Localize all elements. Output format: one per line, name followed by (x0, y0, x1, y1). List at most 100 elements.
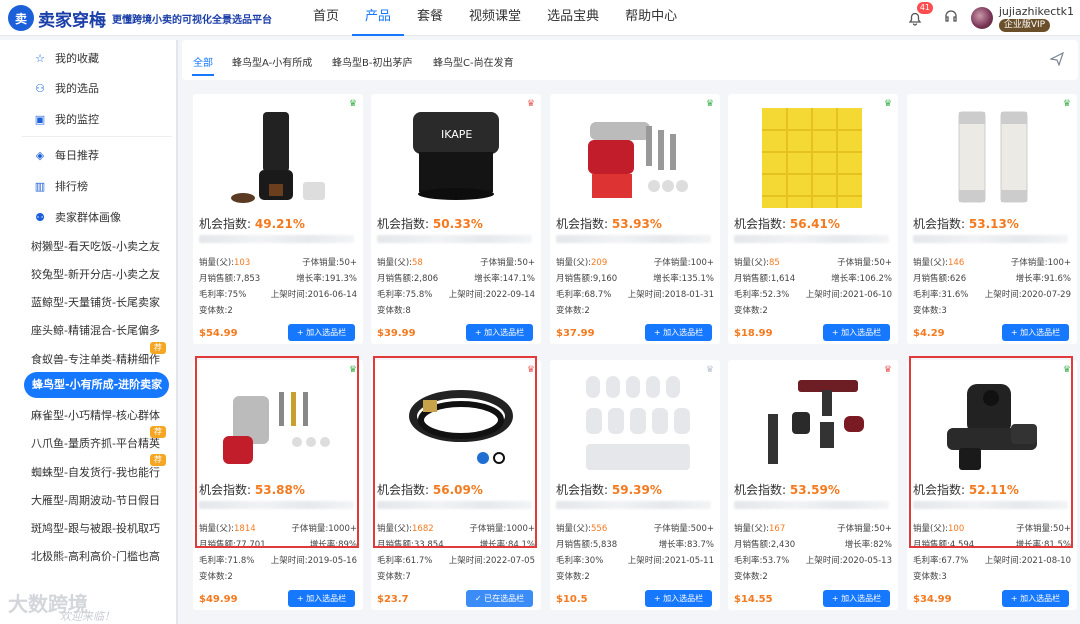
group-item[interactable]: 北极熊-高利高价-门槛也高 (31, 548, 160, 564)
product-title-blurred (199, 501, 354, 509)
sidebar-item-seller-profile[interactable]: ⚉ 卖家群体画像 (0, 209, 178, 225)
group-item[interactable]: 狡兔型-新开分店-小卖之友 (31, 266, 160, 282)
group-item[interactable]: 食蚁兽-专注单类-精耕细作 (31, 351, 160, 367)
product-title-blurred (377, 501, 532, 509)
product-title-blurred (199, 235, 354, 243)
sidebar-item-daily[interactable]: ◈ 每日推荐 (0, 147, 178, 163)
crown-icon: ♛ (348, 99, 357, 109)
sales-child: 子体销量:500+ (653, 524, 714, 534)
product-image[interactable] (371, 366, 541, 476)
growth-rate: 增长率:83.7% (658, 540, 714, 550)
group-item[interactable]: 斑鸠型-跟与被跟-投机取巧 (31, 520, 160, 536)
bell-icon[interactable]: 41 (907, 2, 934, 26)
variant-count: 变体数:2 (199, 572, 233, 582)
add-to-selection-button[interactable]: + 加入选品栏 (823, 590, 890, 607)
star-icon: ☆ (35, 51, 45, 65)
product-card[interactable]: ♛ 机会指数: 56.09% 销量(父):1682 子体销量:1000+ 月销售额:33… (371, 360, 541, 610)
crown-icon: ♛ (348, 365, 357, 375)
group-item[interactable]: 麻雀型-小巧精悍-核心群体 (31, 407, 160, 423)
product-card[interactable]: ♛ 机会指数: 52.11% 销量(父):100 子体销量:50+ 月销售额:4,594… (907, 360, 1077, 610)
add-to-selection-button[interactable]: + 加入选品栏 (1002, 324, 1069, 341)
listed-date: 上架时间:2021-06-10 (805, 290, 892, 300)
product-card[interactable]: IKAPE ♛ 机会指数: 50.33% 销量(父):58 子体销量:50+ 月销售额:2… (371, 94, 541, 344)
added-to-selection-button[interactable]: ✓ 已在选品栏 (466, 590, 533, 607)
product-image[interactable] (550, 366, 720, 476)
product-title-blurred (556, 235, 711, 243)
product-image[interactable] (550, 100, 720, 210)
group-item[interactable]: 蜘蛛型-自发货行-我也能行 (31, 464, 160, 480)
product-image[interactable] (907, 366, 1077, 476)
group-item[interactable]: 树獭型-看天吃饭-小卖之友 (31, 238, 160, 254)
product-card[interactable]: ♛ 机会指数: 53.13% 销量(父):146 子体销量:100+ 月销售额:626 增… (907, 94, 1077, 344)
sales-parent: 销量(父):1682 (377, 524, 434, 534)
product-image[interactable] (907, 100, 1077, 210)
sidebar-item-my-selection[interactable]: ⚇ 我的选品 (0, 80, 178, 96)
variant-count: 变体数:2 (556, 572, 590, 582)
sales-child: 子体销量:100+ (653, 258, 714, 268)
tab-b[interactable]: 蜂鸟型B-初出茅庐 (332, 54, 412, 69)
nav-home[interactable]: 首页 (300, 0, 352, 36)
gross-margin: 毛利率:71.8% (199, 556, 255, 566)
variant-count: 变体数:2 (734, 306, 768, 316)
sidebar-item-ranking[interactable]: ▥ 排行榜 (0, 178, 178, 194)
add-to-selection-button[interactable]: + 加入选品栏 (823, 324, 890, 341)
avatar[interactable] (970, 7, 993, 29)
variant-count: 变体数:7 (377, 572, 411, 582)
nav-products[interactable]: 产品 (352, 0, 405, 36)
product-image[interactable] (193, 366, 363, 476)
plus-icon: + (296, 328, 304, 337)
price: $10.5 (556, 594, 588, 605)
product-card[interactable]: ♛ 机会指数: 49.21% 销量(父):103 子体销量:50+ 月销售额:7,853… (193, 94, 363, 344)
sales-child: 子体销量:50+ (837, 258, 892, 268)
price: $49.99 (199, 594, 238, 605)
add-to-selection-button[interactable]: + 加入选品栏 (466, 324, 533, 341)
username[interactable]: jujiazhikectk1 (999, 5, 1074, 18)
nav-plans[interactable]: 套餐 (404, 0, 456, 36)
send-icon[interactable] (1049, 51, 1065, 67)
product-card[interactable]: ♛ 机会指数: 53.93% 销量(父):209 子体销量:100+ 月销售额:9,16… (550, 94, 720, 344)
tab-c[interactable]: 蜂鸟型C-尚在发育 (433, 54, 514, 69)
slogan: 更懂跨境小卖的可视化全景选品平台 (112, 14, 272, 26)
main-content: 全部 蜂鸟型A-小有所成 蜂鸟型B-初出茅庐 蜂鸟型C-尚在发育 ♛ 机会指数: … (182, 40, 1078, 624)
price: $39.99 (377, 328, 416, 339)
listed-date: 上架时间:2020-05-13 (805, 556, 892, 566)
add-to-selection-button[interactable]: + 加入选品栏 (288, 324, 355, 341)
headset-icon[interactable] (943, 8, 959, 28)
listed-date: 上架时间:2016-06-14 (270, 290, 357, 300)
product-card[interactable]: ♛ 机会指数: 53.59% 销量(父):167 子体销量:50+ 月销售额:2,430… (728, 360, 898, 610)
product-card[interactable]: ♛ 机会指数: 53.88% 销量(父):1814 子体销量:1000+ 月销售额:77… (193, 360, 363, 610)
price: $23.7 (377, 594, 409, 605)
nav-video-class[interactable]: 视频课堂 (456, 0, 534, 36)
product-card[interactable]: ♛ 机会指数: 56.41% 销量(父):85 子体销量:50+ 月销售额:1,614 增… (728, 94, 898, 344)
group-item[interactable]: 八爪鱼-量质齐抓-平台精英 (31, 435, 160, 451)
add-to-selection-button[interactable]: + 加入选品栏 (645, 590, 712, 607)
plus-icon: + (653, 594, 661, 603)
product-image[interactable] (728, 100, 898, 210)
add-to-selection-button[interactable]: + 加入选品栏 (1002, 590, 1069, 607)
sidebar-item-monitor[interactable]: ▣ 我的监控 (0, 111, 178, 127)
price: $4.29 (913, 328, 945, 339)
variant-count: 变体数:2 (734, 572, 768, 582)
add-to-selection-button[interactable]: + 加入选品栏 (645, 324, 712, 341)
tab-all[interactable]: 全部 (193, 54, 213, 69)
crown-icon: ♛ (705, 365, 714, 375)
monthly-revenue: 月销售额:33,854 (377, 540, 444, 550)
product-image[interactable]: IKAPE (371, 100, 541, 210)
listed-date: 上架时间:2022-07-05 (448, 556, 535, 566)
sidebar-scrollbar[interactable] (176, 40, 178, 624)
nav-help[interactable]: 帮助中心 (612, 0, 690, 36)
tab-a[interactable]: 蜂鸟型A-小有所成 (232, 54, 312, 69)
logo[interactable]: 卖 卖家穿梅 更懂跨境小卖的可视化全景选品平台 (8, 5, 272, 31)
group-item[interactable]: 座头鲸-精铺混合-长尾偏多 (31, 322, 160, 338)
listed-date: 上架时间:2021-08-10 (984, 556, 1071, 566)
product-image[interactable] (193, 100, 363, 210)
sales-child: 子体销量:50+ (480, 258, 535, 268)
sidebar-item-favorites[interactable]: ☆ 我的收藏 (0, 50, 178, 66)
product-card[interactable]: ♛ 机会指数: 59.39% 销量(父):556 子体销量:500+ 月销售额:5,83… (550, 360, 720, 610)
add-to-selection-button[interactable]: + 加入选品栏 (288, 590, 355, 607)
nav-guide[interactable]: 选品宝典 (534, 0, 612, 36)
group-item[interactable]: 大雁型-周期波动-节日假日 (31, 492, 160, 508)
product-image[interactable] (728, 366, 898, 476)
group-item-active[interactable]: 蜂鸟型-小有所成-进阶卖家 (24, 372, 169, 398)
group-item[interactable]: 蓝鲸型-天量铺货-长尾卖家 (31, 294, 160, 310)
